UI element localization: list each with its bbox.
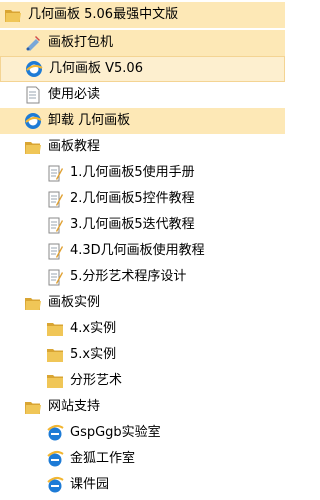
folder-open-icon xyxy=(5,10,21,22)
tree-item-root-folder[interactable]: 几何画板 5.06最强中文版 xyxy=(0,2,285,28)
tree-item-label: 4.3D几何画板使用教程 xyxy=(70,243,205,258)
notepad-document-icon xyxy=(48,243,63,260)
tree-item-readme[interactable]: 使用必读 xyxy=(0,82,285,108)
tree-item-packer[interactable]: 画板打包机 xyxy=(0,30,285,56)
tree-item-examples-fractal[interactable]: 分形艺术 xyxy=(0,368,285,394)
tree-item-link-kejianyuan[interactable]: 课件园 xyxy=(0,472,285,498)
tree-item-label: 画板教程 xyxy=(48,139,101,154)
tree-item-label: 几何画板 V5.06 xyxy=(49,61,143,76)
tree-item-label: 网站支持 xyxy=(48,399,101,414)
notepad-document-icon xyxy=(48,191,63,208)
tree-item-label: 5.x实例 xyxy=(70,347,117,362)
internet-explorer-icon xyxy=(47,476,64,493)
tree-item-label: 几何画板 5.06最强中文版 xyxy=(28,7,179,22)
tree-item-label: 课件园 xyxy=(70,477,110,492)
packer-icon xyxy=(26,36,40,51)
tree-item-gsp-app[interactable]: 几何画板 V5.06 xyxy=(0,56,285,82)
tree-item-tutorial-3[interactable]: 3.几何画板5迭代教程 xyxy=(0,212,285,238)
tree-item-folder-examples[interactable]: 画板实例 xyxy=(0,290,285,316)
tree-item-label: 画板打包机 xyxy=(48,35,114,50)
start-menu-tree: 几何画板 5.06最强中文版 画板打包机 几何画板 V5.06 使用必读 卸载 … xyxy=(0,0,285,500)
notepad-document-icon xyxy=(48,217,63,234)
tree-item-label: 5.分形艺术程序设计 xyxy=(70,269,187,284)
gsp-app-icon xyxy=(26,61,43,77)
folder-open-icon xyxy=(25,298,41,310)
tree-item-label: 4.x实例 xyxy=(70,321,117,336)
folder-icon xyxy=(47,349,63,362)
tree-item-label: 分形艺术 xyxy=(70,373,123,388)
tree-item-label: 画板实例 xyxy=(48,295,101,310)
gsp-app-icon xyxy=(25,113,42,129)
tree-item-tutorial-2[interactable]: 2.几何画板5控件教程 xyxy=(0,186,285,212)
tree-item-examples-4x[interactable]: 4.x实例 xyxy=(0,316,285,342)
tree-item-folder-tutorials[interactable]: 画板教程 xyxy=(0,134,285,160)
tree-item-label: 3.几何画板5迭代教程 xyxy=(70,217,195,232)
tree-item-folder-web-support[interactable]: 网站支持 xyxy=(0,394,285,420)
notepad-document-icon xyxy=(48,269,63,286)
tree-item-tutorial-4[interactable]: 4.3D几何画板使用教程 xyxy=(0,238,285,264)
internet-explorer-icon xyxy=(47,424,64,441)
tree-item-link-jinhu[interactable]: 金狐工作室 xyxy=(0,446,285,472)
internet-explorer-icon xyxy=(47,450,64,467)
document-icon xyxy=(26,86,40,104)
tree-item-label: 2.几何画板5控件教程 xyxy=(70,191,195,206)
tree-item-label: 金狐工作室 xyxy=(70,451,136,466)
tree-item-label: 卸载 几何画板 xyxy=(48,113,131,128)
folder-open-icon xyxy=(25,142,41,154)
tree-item-examples-5x[interactable]: 5.x实例 xyxy=(0,342,285,368)
tree-item-link-gspggb[interactable]: GspGgb实验室 xyxy=(0,420,285,446)
tree-item-label: GspGgb实验室 xyxy=(70,425,161,440)
notepad-document-icon xyxy=(48,165,63,182)
folder-open-icon xyxy=(25,402,41,414)
tree-item-uninstall[interactable]: 卸载 几何画板 xyxy=(0,108,285,134)
tree-item-tutorial-1[interactable]: 1.几何画板5使用手册 xyxy=(0,160,285,186)
folder-icon xyxy=(47,375,63,388)
folder-icon xyxy=(47,323,63,336)
tree-item-tutorial-5[interactable]: 5.分形艺术程序设计 xyxy=(0,264,285,290)
tree-item-label: 使用必读 xyxy=(48,87,101,102)
tree-item-label: 1.几何画板5使用手册 xyxy=(70,165,195,180)
